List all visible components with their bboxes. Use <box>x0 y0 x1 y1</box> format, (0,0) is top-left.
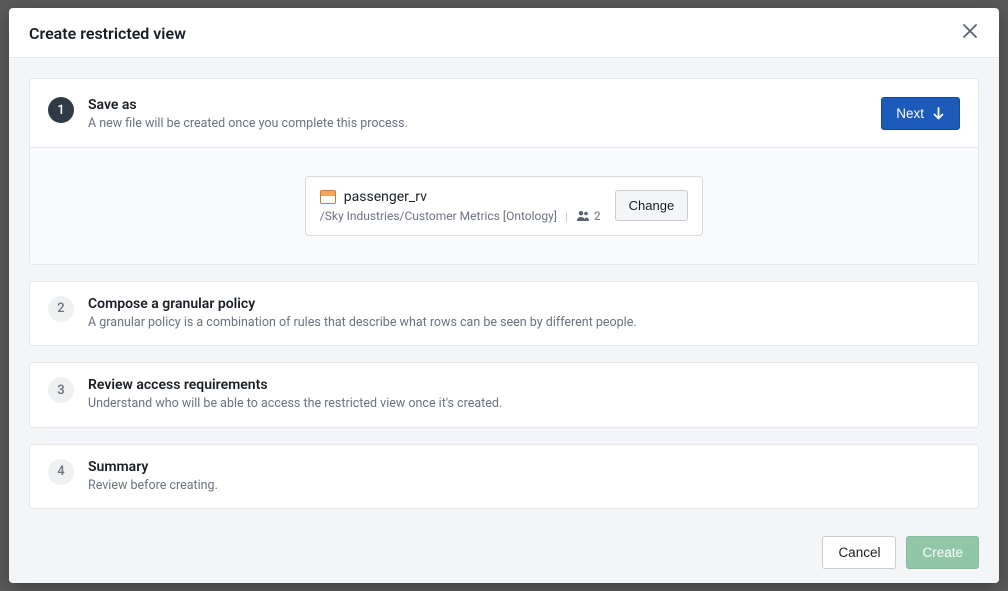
step-number-badge: 3 <box>48 377 74 403</box>
step-text: Review access requirements Understand wh… <box>88 377 960 413</box>
dialog-body: 1 Save as A new file will be created onc… <box>9 58 999 522</box>
step-compose-policy[interactable]: 2 Compose a granular policy A granular p… <box>29 281 979 347</box>
step-save-as: 1 Save as A new file will be created onc… <box>29 78 979 265</box>
step-title: Summary <box>88 459 960 475</box>
user-count: 2 <box>594 209 601 223</box>
step-body: passenger_rv /Sky Industries/Customer Me… <box>30 147 978 264</box>
arrow-down-icon <box>932 107 945 120</box>
people-icon <box>576 210 590 222</box>
next-button[interactable]: Next <box>881 97 960 130</box>
step-header: 1 Save as A new file will be created onc… <box>30 79 978 147</box>
step-text: Summary Review before creating. <box>88 459 960 495</box>
step-review-access[interactable]: 3 Review access requirements Understand … <box>29 362 979 428</box>
close-icon <box>963 24 977 38</box>
step-head: 2 Compose a granular policy A granular p… <box>48 296 960 332</box>
step-description: Review before creating. <box>88 477 960 495</box>
file-meta: /Sky Industries/Customer Metrics [Ontolo… <box>320 209 601 223</box>
step-head: 3 Review access requirements Understand … <box>48 377 960 413</box>
step-title: Save as <box>88 97 408 113</box>
create-restricted-view-dialog: Create restricted view 1 Save as A new f… <box>9 8 999 583</box>
step-description: A granular policy is a combination of ru… <box>88 314 960 332</box>
dialog-title: Create restricted view <box>29 24 186 43</box>
dataset-icon <box>320 190 336 204</box>
file-name: passenger_rv <box>344 189 427 205</box>
people-meta: 2 <box>576 209 601 223</box>
create-button[interactable]: Create <box>906 536 979 569</box>
file-path: /Sky Industries/Customer Metrics [Ontolo… <box>320 209 557 223</box>
step-number-badge: 2 <box>48 296 74 322</box>
file-card: passenger_rv /Sky Industries/Customer Me… <box>305 176 703 236</box>
close-button[interactable] <box>961 22 979 44</box>
cancel-button[interactable]: Cancel <box>822 536 896 569</box>
step-head: 4 Summary Review before creating. <box>48 459 960 495</box>
step-text: Save as A new file will be created once … <box>88 97 408 133</box>
step-number-badge: 1 <box>48 97 74 123</box>
step-title: Compose a granular policy <box>88 296 960 312</box>
change-button[interactable]: Change <box>615 190 689 221</box>
file-info: passenger_rv /Sky Industries/Customer Me… <box>320 189 601 223</box>
file-name-row: passenger_rv <box>320 189 601 205</box>
next-button-label: Next <box>896 106 924 121</box>
step-title: Review access requirements <box>88 377 960 393</box>
dialog-footer: Cancel Create <box>9 522 999 583</box>
separator: | <box>565 209 568 223</box>
step-number-badge: 4 <box>48 459 74 485</box>
step-summary[interactable]: 4 Summary Review before creating. <box>29 444 979 510</box>
step-description: Understand who will be able to access th… <box>88 395 960 413</box>
step-description: A new file will be created once you comp… <box>88 115 408 133</box>
step-text: Compose a granular policy A granular pol… <box>88 296 960 332</box>
dialog-header: Create restricted view <box>9 8 999 58</box>
step-head: 1 Save as A new file will be created onc… <box>48 97 408 133</box>
